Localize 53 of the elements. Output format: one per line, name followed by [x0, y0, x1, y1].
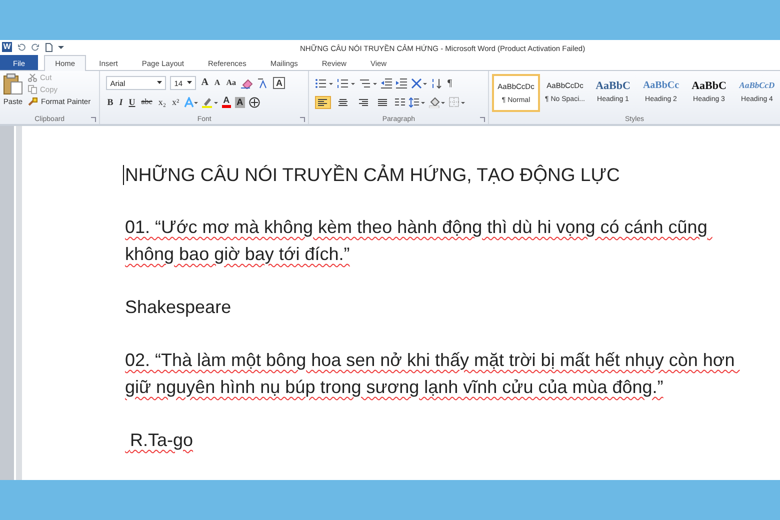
text-lines-icon: [358, 98, 368, 107]
script-button[interactable]: x₂: [157, 96, 167, 108]
script-button[interactable]: x²: [170, 96, 180, 108]
author-name: Shakespeare: [125, 296, 232, 319]
copy-icon: [28, 84, 37, 94]
grow-font-button[interactable]: A: [200, 77, 210, 90]
enclose-characters-icon[interactable]: [249, 96, 260, 108]
asian-layout-icon[interactable]: [411, 78, 428, 89]
quote-paragraph: 01. “Ước mơ mà không kèm theo hành động thì dù hi vọng có cánh cũng không bao giờ bay tới đích.”: [125, 216, 708, 266]
bold-button[interactable]: B: [106, 96, 114, 108]
undo-icon[interactable]: [17, 42, 26, 52]
borders-icon[interactable]: [449, 96, 466, 108]
strikethrough-button[interactable]: abc: [140, 96, 154, 108]
multilevel-list-icon[interactable]: [359, 78, 378, 89]
caret-icon[interactable]: [157, 81, 162, 86]
quote-paragraph: 02. “Thà làm một bông hoa sen nở khi thấy mặt trời bị mất hết nhụy còn hơn giữ nguyên hình nụ búp trong sương lạnh vĩnh cửu của mùa đông.”: [125, 349, 736, 399]
text-lines-icon: [338, 98, 348, 107]
line-spacing-icon[interactable]: [409, 96, 426, 108]
caret-icon[interactable]: [187, 81, 192, 86]
phonetic-guide-icon[interactable]: [256, 78, 269, 89]
text-lines-icon: [378, 98, 388, 107]
document-heading: NHỮNG CÂU NÓI TRUYỀN CẢM HỨNG, TẠO ĐỘNG LỰC: [125, 163, 621, 187]
clipboard-icon: [3, 72, 23, 95]
dropdown-icon[interactable]: [58, 44, 64, 50]
change-case-button[interactable]: Aa: [225, 77, 237, 90]
numbering-icon[interactable]: [337, 78, 356, 89]
columns-icon[interactable]: [395, 97, 406, 108]
highlighter-icon[interactable]: [202, 96, 218, 108]
dialog-launcher-icon[interactable]: [300, 117, 306, 122]
paint-bucket-icon[interactable]: [429, 96, 446, 108]
sort-icon[interactable]: [431, 78, 444, 89]
brush-icon: [28, 96, 38, 106]
bullets-icon[interactable]: [315, 78, 334, 89]
character-border-button[interactable]: A: [272, 77, 286, 90]
scissors-icon: [28, 72, 37, 82]
decrease-indent-icon[interactable]: [381, 78, 392, 89]
eraser-icon[interactable]: [240, 78, 253, 89]
show-formatting-button[interactable]: ¶: [447, 78, 452, 89]
dialog-launcher-icon[interactable]: [91, 117, 96, 122]
increase-indent-icon[interactable]: [396, 78, 408, 89]
new-page-icon[interactable]: [45, 42, 53, 52]
text-lines-icon: [318, 98, 328, 107]
italic-button[interactable]: I: [118, 96, 124, 108]
text-cursor: [123, 164, 124, 184]
character-shading-button[interactable]: A: [234, 96, 246, 108]
underline-button[interactable]: U: [128, 96, 136, 108]
author-name: R.Ta-go: [129, 429, 194, 452]
redo-icon[interactable]: [31, 42, 40, 52]
word-app-icon[interactable]: W: [2, 42, 12, 52]
dialog-launcher-icon[interactable]: [480, 117, 485, 122]
align-left-button[interactable]: [315, 96, 332, 109]
shrink-font-button[interactable]: A: [213, 77, 222, 90]
font-color-button[interactable]: A: [222, 96, 231, 108]
